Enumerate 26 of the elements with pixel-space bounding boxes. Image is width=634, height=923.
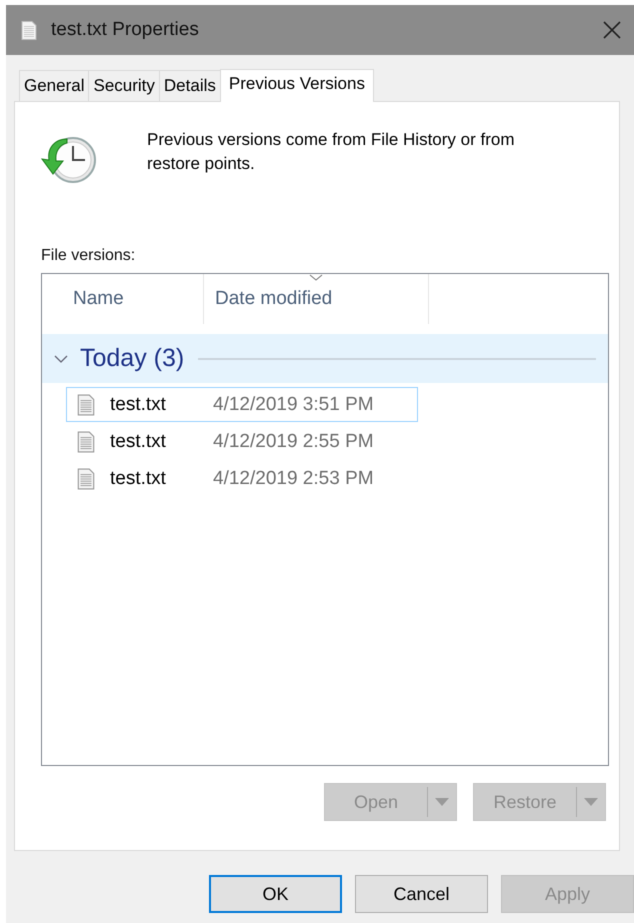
description-text: Previous versions come from File History or from restore points. [147,129,516,175]
dialog-button[interactable]: OK [209,875,342,913]
file-name: test.txt [110,394,167,416]
document-icon [77,468,95,490]
document-icon [21,20,37,40]
close-icon[interactable] [602,20,622,40]
group-header[interactable]: Today (3) [42,334,608,383]
tab[interactable]: General [19,70,90,101]
file-row[interactable]: test.txt 4/12/2019 2:53 PM [66,461,418,496]
file-name: test.txt [110,430,167,452]
column-header[interactable]: Date modified [204,274,429,324]
document-icon [77,430,95,452]
file-row[interactable]: test.txt 4/12/2019 2:55 PM [66,424,418,459]
date-modified: 4/12/2019 2:55 PM [213,430,374,452]
file-name: test.txt [110,468,167,490]
file-versions-label: File versions: [41,247,136,265]
tab[interactable]: Previous Versions [220,69,374,102]
window-title: test.txt Properties [51,19,199,41]
file-row[interactable]: test.txt 4/12/2019 3:51 PM [66,387,418,422]
document-icon [77,394,95,416]
date-modified: 4/12/2019 2:53 PM [213,468,374,490]
caret-icon [584,798,598,806]
dialog-button[interactable]: Cancel [355,875,488,913]
caret-icon [435,798,449,806]
date-modified: 4/12/2019 3:51 PM [213,394,374,416]
column-header[interactable]: Name [42,274,204,324]
